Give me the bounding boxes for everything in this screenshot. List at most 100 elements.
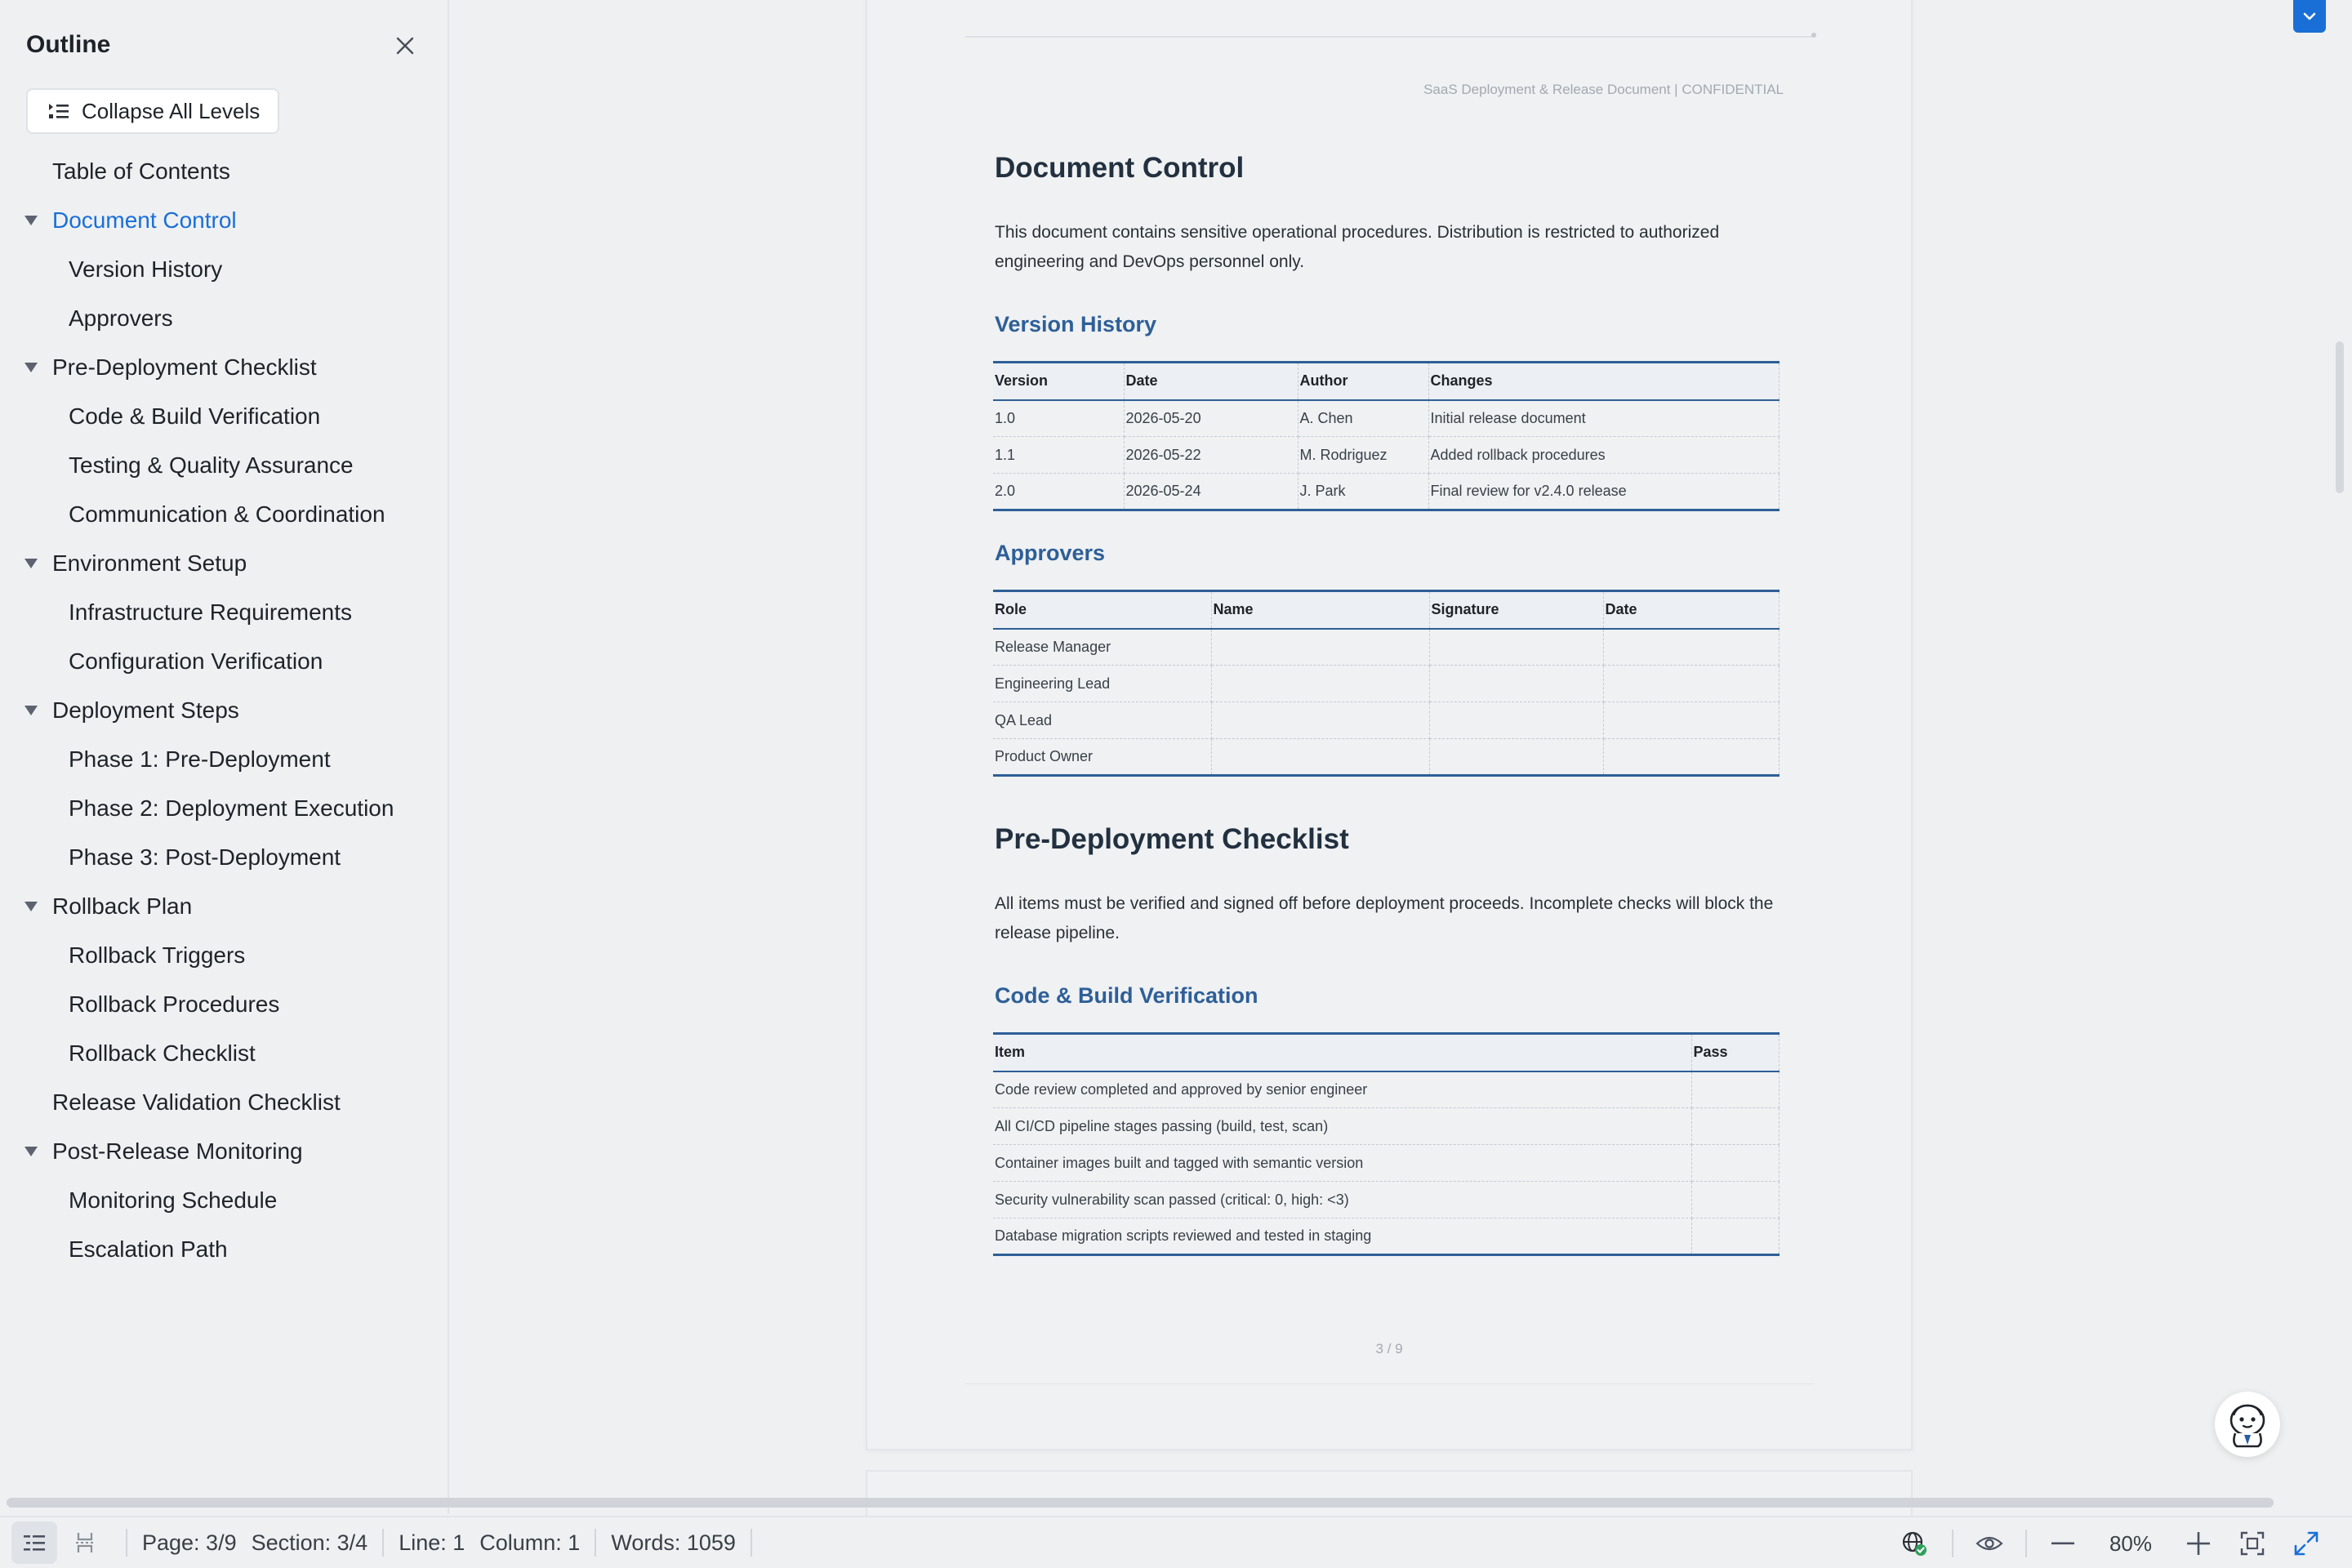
outline-item-label: Rollback Plan [52,893,193,919]
zoom-in-button[interactable] [2176,1522,2221,1565]
outline-toggle-button[interactable] [11,1521,57,1564]
outline-item-phase-1[interactable]: Phase 1: Pre-Deployment [0,735,448,784]
outline-item-environment-setup[interactable]: Environment Setup [0,539,448,588]
outline-item-deployment-steps[interactable]: Deployment Steps [0,686,448,735]
caret-down-icon[interactable] [24,706,38,715]
table-cell[interactable]: M. Rodriguez [1297,436,1429,474]
zoom-level[interactable]: 80% [2086,1531,2176,1557]
outline-item-rollback-checklist[interactable]: Rollback Checklist [0,1029,448,1078]
outline-item-infrastructure-requirements[interactable]: Infrastructure Requirements [0,588,448,637]
table-row: All CI/CD pipeline stages passing (build… [993,1107,1780,1145]
table-cell[interactable]: 2026-05-22 [1123,436,1298,474]
expand-toolbar-button[interactable] [2293,0,2326,33]
fit-page-button[interactable] [2230,1522,2275,1565]
caret-down-icon[interactable] [24,216,38,225]
vertical-scrollbar[interactable] [2336,341,2344,493]
fit-to-page-icon [2240,1531,2265,1556]
table-header-row: Item Pass [993,1033,1780,1072]
outline-item-monitoring-schedule[interactable]: Monitoring Schedule [0,1176,448,1225]
language-check-button[interactable] [1891,1522,1937,1565]
outline-item-code-build-verification[interactable]: Code & Build Verification [0,392,448,441]
close-outline-button[interactable] [390,31,420,60]
page-layout-button[interactable] [62,1521,108,1564]
page-indicator[interactable]: Page: 3/9 [127,1530,252,1556]
table-cell[interactable] [1210,738,1430,776]
table-cell[interactable] [1690,1107,1780,1145]
outline-item-pre-deployment-checklist[interactable]: Pre-Deployment Checklist [0,343,448,392]
outline-item-rollback-triggers[interactable]: Rollback Triggers [0,931,448,980]
table-cell[interactable]: Engineering Lead [993,665,1212,702]
caret-down-icon[interactable] [24,363,38,372]
table-cell[interactable]: Product Owner [993,738,1212,776]
table-cell[interactable]: 1.0 [993,399,1125,437]
outline-item-configuration-verification[interactable]: Configuration Verification [0,637,448,686]
table-cell[interactable] [1428,702,1604,739]
table-cell[interactable] [1210,628,1430,666]
table-cell[interactable] [1210,665,1430,702]
table-cell[interactable]: 1.1 [993,436,1125,474]
outline-item-label: Document Control [52,207,237,233]
status-bar-right: 80% [1891,1517,2352,1568]
table-header-cell: Date [1602,590,1780,630]
table-cell[interactable]: Code review completed and approved by se… [993,1071,1692,1108]
outline-item-rollback-plan[interactable]: Rollback Plan [0,882,448,931]
table-cell[interactable]: Database migration scripts reviewed and … [993,1218,1692,1255]
table-cell[interactable] [1602,702,1780,739]
outline-item-phase-2[interactable]: Phase 2: Deployment Execution [0,784,448,833]
status-separator [750,1529,752,1557]
outline-item-approvers[interactable]: Approvers [0,294,448,343]
table-cell[interactable]: Release Manager [993,628,1212,666]
outline-item-phase-3[interactable]: Phase 3: Post-Deployment [0,833,448,882]
table-cell[interactable] [1428,665,1604,702]
reading-mode-button[interactable] [1967,1522,2012,1565]
document-page[interactable]: SaaS Deployment & Release Document | CON… [867,0,1911,1449]
zoom-out-button[interactable] [2040,1522,2086,1565]
table-header-cell: Signature [1428,590,1604,630]
table-cell[interactable]: All CI/CD pipeline stages passing (build… [993,1107,1692,1145]
assistant-mascot-icon [2230,1404,2265,1448]
table-cell[interactable] [1428,738,1604,776]
outline-item-testing-qa[interactable]: Testing & Quality Assurance [0,441,448,490]
table-cell[interactable] [1690,1071,1780,1108]
outline-item-table-of-contents[interactable]: Table of Contents [0,147,448,196]
table-cell[interactable]: QA Lead [993,702,1212,739]
table-cell[interactable]: J. Park [1297,473,1429,510]
outline-item-escalation-path[interactable]: Escalation Path [0,1225,448,1274]
outline-item-rollback-procedures[interactable]: Rollback Procedures [0,980,448,1029]
table-cell[interactable] [1210,702,1430,739]
table-cell[interactable] [1602,665,1780,702]
outline-item-communication-coordination[interactable]: Communication & Coordination [0,490,448,539]
word-count[interactable]: Words: 1059 [596,1530,751,1556]
horizontal-scrollbar-thumb[interactable] [7,1498,2274,1508]
table-cell[interactable] [1690,1181,1780,1218]
table-cell[interactable]: Initial release document [1428,399,1780,437]
page-header-text: SaaS Deployment & Release Document | CON… [1423,82,1784,97]
table-cell[interactable]: Security vulnerability scan passed (crit… [993,1181,1692,1218]
next-document-page[interactable] [867,1472,1911,1521]
table-cell[interactable]: 2.0 [993,473,1125,510]
table-cell[interactable]: Container images built and tagged with s… [993,1144,1692,1182]
close-icon [396,37,414,55]
table-cell[interactable]: A. Chen [1297,399,1429,437]
table-cell[interactable] [1428,628,1604,666]
outline-item-post-release-monitoring[interactable]: Post-Release Monitoring [0,1127,448,1176]
outline-item-document-control[interactable]: Document Control [0,196,448,245]
table-cell[interactable] [1602,738,1780,776]
outline-item-label: Phase 2: Deployment Execution [69,795,394,821]
caret-down-icon[interactable] [24,559,38,568]
table-cell[interactable]: 2026-05-24 [1123,473,1298,510]
fullscreen-button[interactable] [2283,1522,2329,1565]
caret-down-icon[interactable] [24,902,38,911]
table-cell[interactable] [1690,1144,1780,1182]
outline-item-release-validation-checklist[interactable]: Release Validation Checklist [0,1078,448,1127]
horizontal-scrollbar[interactable] [7,1498,2274,1508]
table-cell[interactable] [1602,628,1780,666]
ai-assistant-button[interactable] [2215,1392,2280,1457]
table-cell[interactable] [1690,1218,1780,1255]
table-cell[interactable]: Final review for v2.4.0 release [1428,473,1780,510]
outline-item-version-history[interactable]: Version History [0,245,448,294]
table-cell[interactable]: 2026-05-20 [1123,399,1298,437]
table-cell[interactable]: Added rollback procedures [1428,436,1780,474]
collapse-all-levels-button[interactable]: Collapse All Levels [26,88,280,134]
caret-down-icon[interactable] [24,1147,38,1156]
